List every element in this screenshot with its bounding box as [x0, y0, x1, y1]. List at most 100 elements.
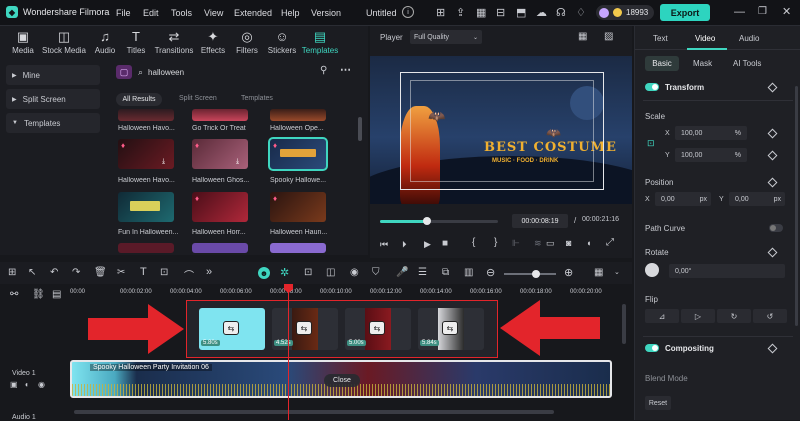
- toolbar-audio[interactable]: ♫ Audio: [90, 30, 120, 56]
- menu-version[interactable]: Version: [311, 8, 341, 18]
- redo-icon[interactable]: ↷: [72, 267, 80, 278]
- chevron-down-icon[interactable]: ⌄: [614, 268, 620, 276]
- template-thumbnail-selected[interactable]: ♦: [268, 137, 328, 171]
- link-icon[interactable]: ⛓: [32, 289, 45, 300]
- menu-tools[interactable]: Tools: [171, 8, 192, 18]
- menu-help[interactable]: Help: [281, 8, 300, 18]
- lock-ratio-icon[interactable]: ⊡: [647, 138, 655, 149]
- tab-video[interactable]: Video: [695, 34, 715, 43]
- more-options-icon[interactable]: ⋯: [340, 63, 351, 76]
- toolbar-effects[interactable]: ✦ Effects: [196, 30, 230, 56]
- mark-out-icon[interactable]: }: [494, 237, 497, 248]
- snapshot-image-icon[interactable]: ▨: [604, 31, 613, 42]
- menu-extended[interactable]: Extended: [234, 8, 272, 18]
- toolbar-stock-media[interactable]: ◫ Stock Media: [38, 30, 90, 56]
- sidebar-item-mine[interactable]: ▶ Mine: [6, 65, 100, 85]
- position-y-input[interactable]: 0,00 px: [729, 192, 785, 206]
- toolbar-media[interactable]: ▣ Media: [8, 30, 38, 56]
- keyframe-icon[interactable]: [767, 343, 778, 354]
- export-button[interactable]: Export: [660, 4, 710, 21]
- search-input[interactable]: halloween: [148, 68, 184, 77]
- template-thumbnail[interactable]: ♦ ⤓: [192, 139, 248, 169]
- picture-in-picture-icon[interactable]: ⧉: [442, 267, 449, 278]
- reset-button[interactable]: Reset: [645, 396, 671, 410]
- split-view-icon[interactable]: ▥: [464, 267, 473, 278]
- menu-file[interactable]: File: [116, 8, 131, 18]
- sidebar-item-templates[interactable]: ▼ Templates: [6, 113, 100, 133]
- marker-icon[interactable]: ⛉: [372, 267, 380, 278]
- path-curve-toggle[interactable]: [769, 224, 783, 232]
- close-icon[interactable]: ✕: [782, 5, 791, 18]
- zoom-in-icon[interactable]: ⊕: [564, 266, 573, 279]
- template-thumbnail[interactable]: [192, 109, 248, 121]
- template-thumbnail[interactable]: ♦: [270, 192, 326, 222]
- scissors-icon[interactable]: ✂: [117, 267, 125, 278]
- template-thumbnail[interactable]: [270, 243, 326, 253]
- volume-icon[interactable]: ◖: [586, 238, 591, 248]
- keyframe-icon[interactable]: [767, 128, 778, 139]
- share-icon[interactable]: ⇪: [456, 6, 465, 19]
- rotate-dial[interactable]: [645, 263, 659, 277]
- tab-audio[interactable]: Audio: [739, 34, 759, 43]
- rotate-clockwise-button[interactable]: ↻: [717, 309, 751, 323]
- scale-y-input[interactable]: 100,00%: [675, 148, 747, 162]
- layout-icon[interactable]: ▦: [476, 6, 486, 19]
- display-icon[interactable]: ▭: [546, 238, 555, 249]
- play-icon[interactable]: ▶: [424, 239, 431, 250]
- filter-icon[interactable]: ⚲: [320, 65, 327, 76]
- template-thumbnail[interactable]: [118, 192, 174, 222]
- transform-toggle[interactable]: [645, 83, 659, 91]
- clip-thumbnail[interactable]: ⇆ 5.00s: [345, 308, 411, 350]
- template-thumbnail[interactable]: ♦ ⤓: [118, 139, 174, 169]
- step-forward-icon[interactable]: ⏵: [402, 239, 407, 250]
- headset-icon[interactable]: ☊: [556, 6, 566, 19]
- compositing-toggle[interactable]: [645, 344, 659, 352]
- render-preview-icon[interactable]: ◉: [350, 267, 359, 278]
- apps-icon[interactable]: ⊟: [496, 6, 505, 19]
- menu-edit[interactable]: Edit: [143, 8, 159, 18]
- keyframe-icon[interactable]: [767, 82, 778, 93]
- save-icon[interactable]: ⬒: [516, 6, 526, 19]
- flip-vertical-button[interactable]: ▷: [681, 309, 715, 323]
- close-button[interactable]: Close: [324, 374, 360, 387]
- tab-text[interactable]: Text: [653, 34, 668, 43]
- zoom-out-icon[interactable]: ⊖: [486, 266, 495, 279]
- track-manager-icon[interactable]: ▤: [52, 289, 61, 300]
- quality-select[interactable]: Full Quality ⌄: [410, 30, 482, 44]
- horizontal-scrollbar[interactable]: [74, 410, 554, 414]
- template-thumbnail[interactable]: [270, 109, 326, 121]
- ai-assistant-icon[interactable]: ☻: [258, 267, 270, 279]
- subtab-ai-tools[interactable]: AI Tools: [733, 59, 761, 68]
- mute-icon[interactable]: ◖: [24, 380, 29, 389]
- points-badge[interactable]: 18993: [596, 5, 655, 20]
- toolbar-filters[interactable]: ◎ Filters: [230, 30, 264, 56]
- keyframe-icon[interactable]: [767, 150, 778, 161]
- current-time-field[interactable]: 00:00:08:19: [512, 214, 568, 228]
- cloud-icon[interactable]: ☁: [536, 6, 547, 19]
- select-tool-icon[interactable]: ↖: [28, 267, 36, 278]
- playback-scrubber[interactable]: [380, 217, 498, 225]
- position-x-input[interactable]: 0,00 px: [655, 192, 711, 206]
- clip-thumbnail[interactable]: ⇆ 4.52s: [272, 308, 338, 350]
- timeline-layout-icon[interactable]: ▦: [594, 267, 603, 278]
- microphone-icon[interactable]: 🎤: [396, 267, 408, 278]
- toolbar-titles[interactable]: T Titles: [120, 30, 152, 56]
- transform-tool-icon[interactable]: ⌒: [184, 267, 194, 282]
- visibility-icon[interactable]: ◉: [38, 380, 45, 389]
- undo-icon[interactable]: ↶: [50, 267, 58, 278]
- panel-scrollbar[interactable]: [795, 86, 798, 326]
- keyframe-icon[interactable]: [767, 247, 778, 258]
- add-track-icon[interactable]: ⚯: [10, 289, 18, 300]
- snap-icon[interactable]: ✲: [280, 266, 289, 279]
- menu-view[interactable]: View: [204, 8, 223, 18]
- scrubber-handle[interactable]: [423, 217, 432, 225]
- clip-thumbnail[interactable]: ⇆ 5.80s: [199, 308, 265, 350]
- timeline-scrollbar[interactable]: [622, 304, 626, 344]
- scale-x-input[interactable]: 100,00%: [675, 126, 747, 140]
- text-tool-icon[interactable]: T: [140, 266, 147, 278]
- template-thumbnail[interactable]: [118, 243, 174, 253]
- grid-icon[interactable]: ▦: [578, 31, 587, 42]
- audio-sync-icon[interactable]: ◫: [326, 267, 335, 278]
- gift-icon[interactable]: ⊞: [436, 6, 445, 19]
- toolbar-templates[interactable]: ▤ Templates: [300, 30, 340, 56]
